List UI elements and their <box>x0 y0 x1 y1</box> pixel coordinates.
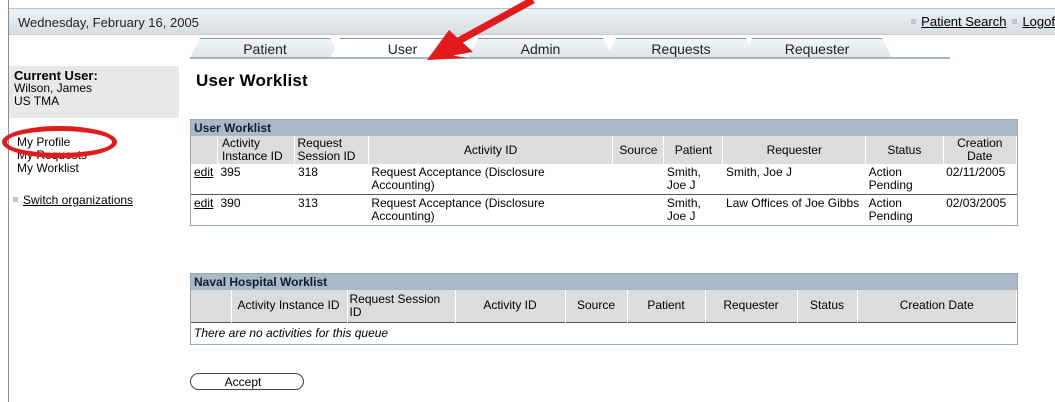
action-column-header <box>191 136 218 164</box>
switch-organizations: Switch organizations <box>13 193 133 207</box>
column-header: Patient <box>663 136 724 164</box>
column-header: Status <box>797 290 858 322</box>
column-header: Source <box>612 136 665 164</box>
column-header: Request Session ID <box>294 136 369 164</box>
arrow-shaft <box>451 0 535 48</box>
table-cell: Action Pending <box>865 164 944 195</box>
switch-organizations-link[interactable]: Switch organizations <box>23 193 133 207</box>
main-tabs: Patient User Admin Requests Requester <box>190 38 890 58</box>
empty-queue-message: There are no activities for this queue <box>191 321 1017 344</box>
table-cell <box>612 164 664 195</box>
user-org: US TMA <box>14 94 60 108</box>
tab-requester[interactable]: Requester <box>742 38 892 58</box>
naval-worklist-panel: Naval Hospital Worklist Activity Instanc… <box>190 273 1018 345</box>
table-cell: Smith, Joe J <box>663 164 723 195</box>
user-worklist-table: Activity Instance ID Request Session ID … <box>191 136 1018 226</box>
table-cell: Request Acceptance (Disclosure Accountin… <box>368 164 613 195</box>
edit-link[interactable]: edit <box>194 196 213 210</box>
naval-worklist-table: Activity Instance ID Request Session ID … <box>191 290 1017 344</box>
table-cell: 390 <box>220 196 241 210</box>
table-cell: 02/11/2005 <box>943 164 1017 195</box>
user-worklist-header: User Worklist <box>191 120 1017 136</box>
table-row: edit 395 318 Request Acceptance (Disclos… <box>191 164 1017 195</box>
action-cell: edit <box>191 195 217 226</box>
current-date: Wednesday, February 16, 2005 <box>18 15 199 30</box>
table-cell: 313 <box>297 196 318 210</box>
column-header: Request Session ID <box>347 290 456 322</box>
table-cell <box>613 195 664 226</box>
bullet-icon <box>1012 19 1018 25</box>
patient-search-link[interactable]: Patient Search <box>921 14 1006 29</box>
table-header-row: Activity Instance ID Request Session ID … <box>191 136 1018 164</box>
column-header: Activity Instance ID <box>231 290 348 322</box>
window-left-border <box>8 0 9 402</box>
bullet-icon <box>13 197 18 203</box>
tab-patient[interactable]: Patient <box>190 38 340 58</box>
table-cell: Law Offices of Joe Gibbs <box>725 196 860 210</box>
user-worklist-panel: User Worklist Activity Instance ID Reque… <box>190 119 1018 226</box>
column-header: Status <box>865 136 944 164</box>
column-header: Patient <box>627 290 706 322</box>
table-row: There are no activities for this queue <box>191 321 1017 344</box>
table-cell: Smith, Joe J <box>666 196 701 223</box>
current-user-box: Current User: Wilson, James US TMA <box>9 66 179 118</box>
column-header: Creation Date <box>943 136 1018 164</box>
page-title: User Worklist <box>196 71 308 90</box>
action-cell: edit <box>191 164 218 195</box>
table-cell: 318 <box>294 164 369 195</box>
column-header: Activity Instance ID <box>217 136 296 164</box>
column-header: Activity ID <box>368 136 614 164</box>
bullet-icon <box>911 19 917 25</box>
column-header: Creation Date <box>857 290 1017 322</box>
table-cell: Request Acceptance (Disclosure Accountin… <box>371 196 545 223</box>
sidebar: Current User: Wilson, James US TMA My Pr… <box>9 66 179 207</box>
red-arrow-icon <box>427 0 535 60</box>
table-header-row: Activity Instance ID Request Session ID … <box>191 290 1017 322</box>
edit-link[interactable]: edit <box>194 165 213 179</box>
action-column-header <box>191 290 232 322</box>
column-header: Requester <box>722 136 867 164</box>
tab-underline <box>190 57 950 59</box>
column-header: Activity ID <box>455 290 566 322</box>
column-header: Source <box>565 290 628 322</box>
column-header: Requester <box>705 290 798 322</box>
logoff-link[interactable]: Logof <box>1022 14 1055 29</box>
accept-button[interactable]: Accept <box>190 373 304 390</box>
sidebar-item-my-worklist[interactable]: My Worklist <box>17 162 87 175</box>
tab-requests[interactable]: Requests <box>606 38 756 58</box>
top-links: Patient Search Logof <box>905 14 1055 29</box>
table-cell: Smith, Joe J <box>722 164 866 195</box>
naval-worklist-header: Naval Hospital Worklist <box>191 274 1017 290</box>
table-row: edit 390 313 Request Acceptance (Disclos… <box>191 195 1017 226</box>
table-cell: Action Pending <box>868 196 913 223</box>
table-cell: 395 <box>217 164 295 195</box>
highlight-ellipse <box>2 126 117 158</box>
table-cell: 02/03/2005 <box>946 196 1007 210</box>
